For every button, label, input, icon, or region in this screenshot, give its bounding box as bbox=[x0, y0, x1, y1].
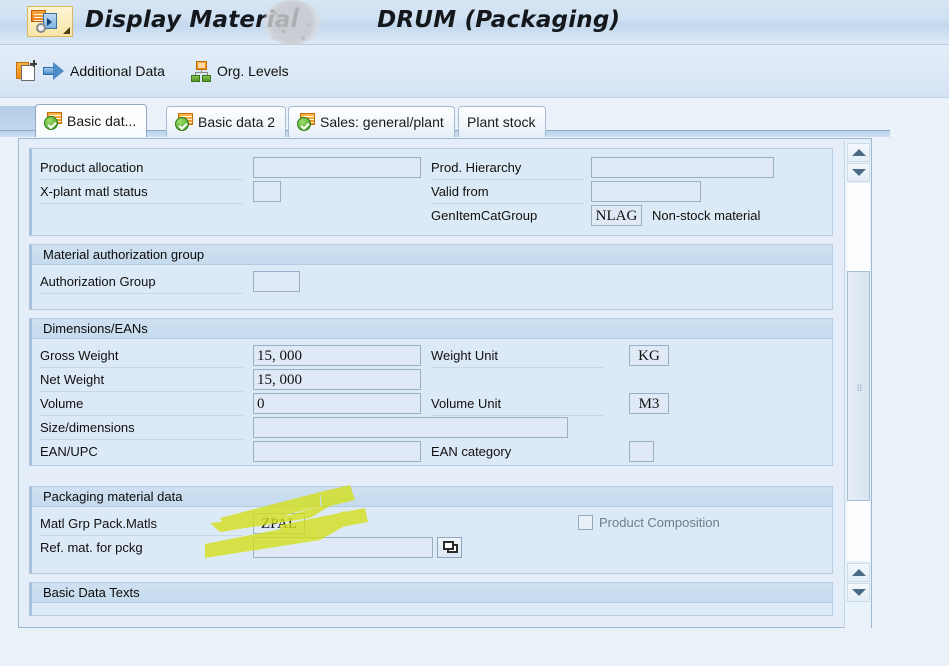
row-product-allocation: Product allocation Prod. Hierarchy bbox=[40, 156, 830, 180]
org-levels-label: Org. Levels bbox=[217, 63, 289, 79]
row-matl-grp-pack-matls: Matl Grp Pack.Matls ZPAL Product Composi… bbox=[40, 512, 830, 536]
gen-item-cat-group-label: GenItemCatGroup bbox=[431, 204, 584, 228]
ean-upc-label: EAN/UPC bbox=[40, 440, 243, 464]
material-authorization-group-title: Material authorization group bbox=[32, 245, 832, 265]
ean-category-label: EAN category bbox=[431, 440, 604, 464]
prod-hierarchy-label: Prod. Hierarchy bbox=[431, 156, 584, 180]
size-dimensions-input[interactable] bbox=[253, 417, 568, 438]
gen-item-cat-group-input[interactable]: NLAG bbox=[591, 205, 642, 226]
net-weight-label: Net Weight bbox=[40, 368, 243, 392]
scroll-down-icon[interactable] bbox=[847, 163, 870, 182]
dimensions-eans-group-title: Dimensions/EANs bbox=[32, 319, 832, 339]
volume-unit-label: Volume Unit bbox=[431, 392, 604, 416]
basic-data-form-panel: Product allocation Prod. Hierarchy X-pla… bbox=[18, 138, 872, 628]
scroll-up-icon-bottom[interactable] bbox=[847, 563, 870, 582]
row-net-weight: Net Weight 15, 000 bbox=[40, 368, 830, 392]
org-levels-button[interactable]: Org. Levels bbox=[186, 56, 293, 86]
page-title: Display Material DRUM (Packaging) bbox=[85, 7, 620, 33]
scrollbar-thumb[interactable] bbox=[847, 271, 870, 501]
tab-basic-data-1-label: Basic dat... bbox=[67, 113, 136, 129]
tab-basic-data-2-label: Basic data 2 bbox=[198, 114, 275, 130]
material-display-icon bbox=[31, 10, 57, 35]
authorization-group-input[interactable] bbox=[253, 271, 300, 292]
row-ean-upc: EAN/UPC EAN category bbox=[40, 440, 830, 464]
matl-grp-pack-matls-input[interactable]: ZPAL bbox=[253, 513, 305, 534]
redacted-material-number bbox=[264, 0, 320, 45]
x-plant-matl-status-label: X-plant matl status bbox=[40, 180, 243, 204]
general-data-group: Product allocation Prod. Hierarchy X-pla… bbox=[29, 148, 833, 236]
scroll-up-icon[interactable] bbox=[847, 143, 870, 162]
prod-hierarchy-input[interactable] bbox=[591, 157, 774, 178]
row-ref-mat-for-pckg: Ref. mat. for pckg bbox=[40, 536, 830, 560]
valid-from-label: Valid from bbox=[431, 180, 584, 204]
new-document-icon bbox=[16, 60, 38, 82]
vertical-scrollbar[interactable] bbox=[844, 141, 871, 628]
basic-data-checked-icon bbox=[297, 113, 316, 131]
gross-weight-input[interactable]: 15, 000 bbox=[253, 345, 421, 366]
title-icon-button[interactable] bbox=[27, 6, 73, 37]
weight-unit-input[interactable]: KG bbox=[629, 345, 669, 366]
packaging-material-data-group-title: Packaging material data bbox=[32, 487, 832, 507]
additional-data-button[interactable]: Additional Data bbox=[12, 56, 169, 86]
product-composition-label: Product Composition bbox=[599, 515, 720, 530]
volume-unit-input[interactable]: M3 bbox=[629, 393, 669, 414]
valid-from-input[interactable] bbox=[591, 181, 701, 202]
volume-input[interactable]: 0 bbox=[253, 393, 421, 414]
row-size-dimensions: Size/dimensions bbox=[40, 416, 830, 440]
packaging-material-data-group: Packaging material data Matl Grp Pack.Ma… bbox=[29, 486, 833, 574]
basic-data-texts-group: Basic Data Texts bbox=[29, 582, 833, 616]
ean-category-input[interactable] bbox=[629, 441, 654, 462]
row-gen-item-cat-group: GenItemCatGroup NLAG Non-stock material bbox=[40, 204, 830, 228]
dropdown-corner-icon[interactable] bbox=[63, 27, 70, 34]
product-composition-checkbox-row[interactable]: Product Composition bbox=[578, 515, 720, 530]
scroll-down-icon-bottom[interactable] bbox=[847, 583, 870, 602]
row-volume: Volume 0 Volume Unit M3 bbox=[40, 392, 830, 416]
volume-label: Volume bbox=[40, 392, 243, 416]
tab-plant-stock-label: Plant stock bbox=[467, 114, 535, 130]
net-weight-right-spacer bbox=[431, 368, 604, 392]
tab-basic-data-1[interactable]: Basic dat... bbox=[35, 104, 147, 137]
additional-data-label: Additional Data bbox=[70, 63, 165, 79]
authorization-group-label: Authorization Group bbox=[40, 270, 243, 294]
ref-mat-for-pckg-input[interactable] bbox=[253, 537, 433, 558]
ref-mat-for-pckg-label: Ref. mat. for pckg bbox=[40, 536, 243, 560]
gross-weight-label: Gross Weight bbox=[40, 344, 243, 368]
matl-grp-pack-matls-label: Matl Grp Pack.Matls bbox=[40, 512, 243, 536]
tab-strip: Basic dat... Basic data 2 Sales: general… bbox=[0, 98, 949, 138]
material-authorization-group: Material authorization group Authorizati… bbox=[29, 244, 833, 310]
application-toolbar: Additional Data Org. Levels bbox=[0, 45, 949, 98]
gen-item-cat-group-description: Non-stock material bbox=[652, 204, 760, 228]
basic-data-checked-icon bbox=[175, 113, 194, 131]
product-allocation-input[interactable] bbox=[253, 157, 421, 178]
x-plant-matl-status-input[interactable] bbox=[253, 181, 281, 202]
right-arrow-icon bbox=[43, 62, 65, 80]
org-hierarchy-icon bbox=[190, 61, 212, 82]
page-title-suffix: DRUM (Packaging) bbox=[377, 7, 620, 33]
product-allocation-label: Product allocation bbox=[40, 156, 243, 180]
dimensions-eans-group: Dimensions/EANs Gross Weight 15, 000 Wei… bbox=[29, 318, 833, 466]
row-authorization-group: Authorization Group bbox=[40, 270, 830, 294]
product-composition-checkbox[interactable] bbox=[578, 515, 593, 530]
size-dimensions-label: Size/dimensions bbox=[40, 416, 243, 440]
basic-data-checked-icon bbox=[44, 112, 63, 130]
tab-basic-data-2[interactable]: Basic data 2 bbox=[166, 106, 286, 137]
net-weight-input[interactable]: 15, 000 bbox=[253, 369, 421, 390]
tab-plant-stock[interactable]: Plant stock bbox=[458, 106, 546, 137]
row-x-plant-matl-status: X-plant matl status Valid from bbox=[40, 180, 830, 204]
tab-sales-general-plant-label: Sales: general/plant bbox=[320, 114, 444, 130]
weight-unit-label: Weight Unit bbox=[431, 344, 604, 368]
title-bar: Display Material DRUM (Packaging) bbox=[0, 0, 949, 45]
scroll-grip-icon bbox=[857, 384, 862, 391]
tab-sales-general-plant[interactable]: Sales: general/plant bbox=[288, 106, 455, 137]
value-help-icon[interactable] bbox=[437, 537, 462, 558]
basic-data-texts-group-title: Basic Data Texts bbox=[32, 583, 832, 603]
row-gross-weight: Gross Weight 15, 000 Weight Unit KG bbox=[40, 344, 830, 368]
ean-upc-input[interactable] bbox=[253, 441, 421, 462]
